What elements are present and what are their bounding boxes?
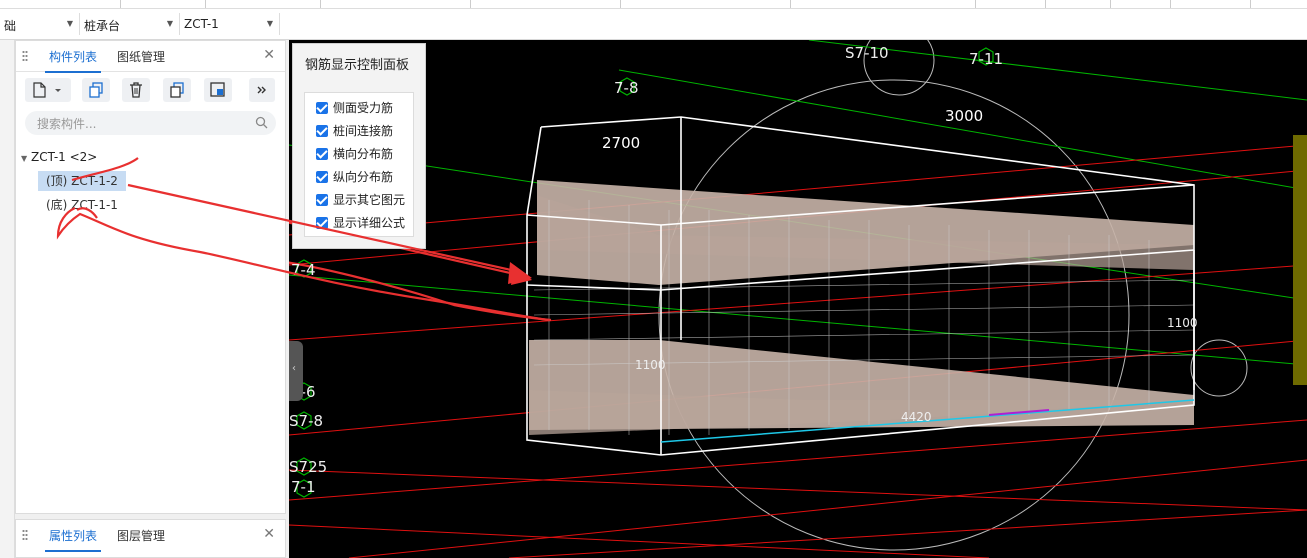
delete-button[interactable] bbox=[122, 78, 150, 102]
option-label: 纵向分布筋 bbox=[333, 170, 394, 184]
chevron-down-icon: ▼ bbox=[66, 19, 73, 28]
axis-line-green bbox=[289, 274, 1307, 366]
tab-component-list[interactable]: 构件列表 bbox=[44, 48, 102, 73]
property-panel: 属性列表 图层管理 ✕ bbox=[15, 519, 286, 558]
chevron-down-icon: ▼ bbox=[166, 19, 173, 28]
axis-label-s725: S725 bbox=[289, 458, 328, 476]
option-label: 横向分布筋 bbox=[333, 147, 394, 161]
tab-property-list[interactable]: 属性列表 bbox=[44, 527, 102, 552]
type-select[interactable]: 桩承台 ▼ bbox=[80, 13, 180, 35]
tab-drawing-management[interactable]: 图纸管理 bbox=[117, 48, 165, 65]
drag-handle-icon[interactable] bbox=[22, 50, 28, 62]
option-transverse-rebar[interactable]: 横向分布筋 bbox=[316, 145, 393, 163]
axis-label-7-1: 7-1 bbox=[291, 478, 316, 496]
selector-toolbar: 础 ▼ 桩承台 ▼ ZCT-1 ▼ bbox=[0, 9, 1307, 40]
red-line bbox=[289, 264, 1307, 341]
search-icon[interactable] bbox=[255, 116, 268, 129]
checkbox-checked-icon[interactable] bbox=[316, 125, 328, 137]
red-line bbox=[348, 459, 1307, 558]
axis-label-7-11: 7-11 bbox=[969, 50, 1004, 68]
option-pile-connect-rebar[interactable]: 桩间连接筋 bbox=[316, 122, 393, 140]
rebar-options-box: 侧面受力筋 桩间连接筋 横向分布筋 纵向分布筋 显示其它图元 显示详细公式 bbox=[304, 92, 414, 237]
option-label: 桩间连接筋 bbox=[333, 124, 394, 138]
option-show-other[interactable]: 显示其它图元 bbox=[316, 191, 405, 209]
ribbon-strip bbox=[0, 0, 1307, 9]
close-icon[interactable]: ✕ bbox=[263, 526, 275, 542]
3d-viewport[interactable]: S7-10 7-11 7-8 7-4 7-6 S7-8 S725 7-1 270… bbox=[289, 40, 1307, 558]
checkbox-checked-icon[interactable] bbox=[316, 148, 328, 160]
option-show-formula[interactable]: 显示详细公式 bbox=[316, 214, 405, 232]
red-line bbox=[508, 509, 1307, 558]
dimension-label-3000: 3000 bbox=[945, 107, 984, 125]
rebar-control-panel: 钢筋显示控制面板 侧面受力筋 桩间连接筋 横向分布筋 纵向分布筋 显示其它图元 … bbox=[292, 43, 426, 249]
layer-copy-icon bbox=[210, 82, 225, 97]
chevron-down-icon: ▼ bbox=[266, 19, 273, 28]
duplicate-icon bbox=[170, 82, 184, 98]
option-label: 显示其它图元 bbox=[333, 193, 406, 207]
copy-button[interactable] bbox=[82, 78, 110, 102]
copy-icon bbox=[89, 82, 103, 98]
search-box bbox=[25, 111, 276, 135]
checkbox-checked-icon[interactable] bbox=[316, 194, 328, 206]
double-chevron-right-icon bbox=[257, 86, 266, 94]
search-input[interactable] bbox=[35, 115, 249, 133]
dimension-label-1100-right: 1100 bbox=[1167, 316, 1198, 330]
axis-label-s7-8: S7-8 bbox=[289, 412, 324, 430]
layer-copy-button[interactable] bbox=[204, 78, 232, 102]
side-object-yellow bbox=[1293, 135, 1307, 385]
tree-root-label: ZCT-1 <2> bbox=[30, 150, 98, 164]
axis-label-s7-10: S7-10 bbox=[845, 44, 889, 62]
annotation-arrowhead bbox=[511, 265, 532, 285]
red-line bbox=[289, 419, 1307, 501]
component-select-value: ZCT-1 bbox=[184, 17, 219, 31]
checkbox-checked-icon[interactable] bbox=[316, 171, 328, 183]
panel-tabs: 构件列表 图纸管理 ✕ bbox=[16, 41, 285, 73]
option-longitudinal-rebar[interactable]: 纵向分布筋 bbox=[316, 168, 393, 186]
checkbox-checked-icon[interactable] bbox=[316, 217, 328, 229]
option-label: 侧面受力筋 bbox=[333, 101, 394, 115]
option-side-rebar[interactable]: 侧面受力筋 bbox=[316, 99, 393, 117]
collapse-panel-handle[interactable]: ‹ bbox=[289, 341, 303, 401]
category-select-value: 础 bbox=[4, 19, 17, 33]
axis-label-7-4: 7-4 bbox=[291, 261, 316, 279]
rebar-control-title: 钢筋显示控制面板 bbox=[305, 58, 410, 73]
close-icon[interactable]: ✕ bbox=[263, 47, 275, 63]
caret-down-icon[interactable]: ▼ bbox=[21, 154, 27, 163]
dimension-label-1100-left: 1100 bbox=[635, 358, 666, 372]
tree-item-top[interactable]: (顶) ZCT-1-2 bbox=[38, 171, 126, 191]
new-component-button[interactable] bbox=[25, 78, 71, 102]
more-tools-button[interactable] bbox=[249, 78, 275, 102]
new-file-icon bbox=[33, 82, 61, 98]
component-list-panel: 构件列表 图纸管理 ✕ ▼ ZCT-1 <2> (顶) ZCT-1-2 (底) … bbox=[15, 40, 286, 514]
duplicate-button[interactable] bbox=[163, 78, 191, 102]
component-select[interactable]: ZCT-1 ▼ bbox=[180, 13, 280, 35]
chevron-left-icon: ‹ bbox=[292, 363, 296, 374]
category-select[interactable]: 础 ▼ bbox=[0, 13, 80, 35]
left-dock-strip bbox=[0, 40, 15, 558]
type-select-value: 桩承台 bbox=[84, 19, 121, 33]
tree-item-bottom[interactable]: (底) ZCT-1-1 bbox=[38, 195, 126, 215]
trash-icon bbox=[130, 82, 142, 98]
drag-handle-icon[interactable] bbox=[22, 529, 28, 541]
checkbox-checked-icon[interactable] bbox=[316, 102, 328, 114]
viewport-scene bbox=[289, 40, 1307, 558]
tab-layer-management[interactable]: 图层管理 bbox=[117, 527, 165, 544]
dimension-label-4420: 4420 bbox=[901, 410, 932, 424]
tree-root[interactable]: ▼ ZCT-1 <2> bbox=[21, 150, 97, 164]
axis-label-7-8: 7-8 bbox=[614, 79, 639, 97]
grid-circle bbox=[658, 79, 1130, 551]
dimension-label-2700: 2700 bbox=[602, 134, 641, 152]
option-label: 显示详细公式 bbox=[333, 216, 406, 230]
